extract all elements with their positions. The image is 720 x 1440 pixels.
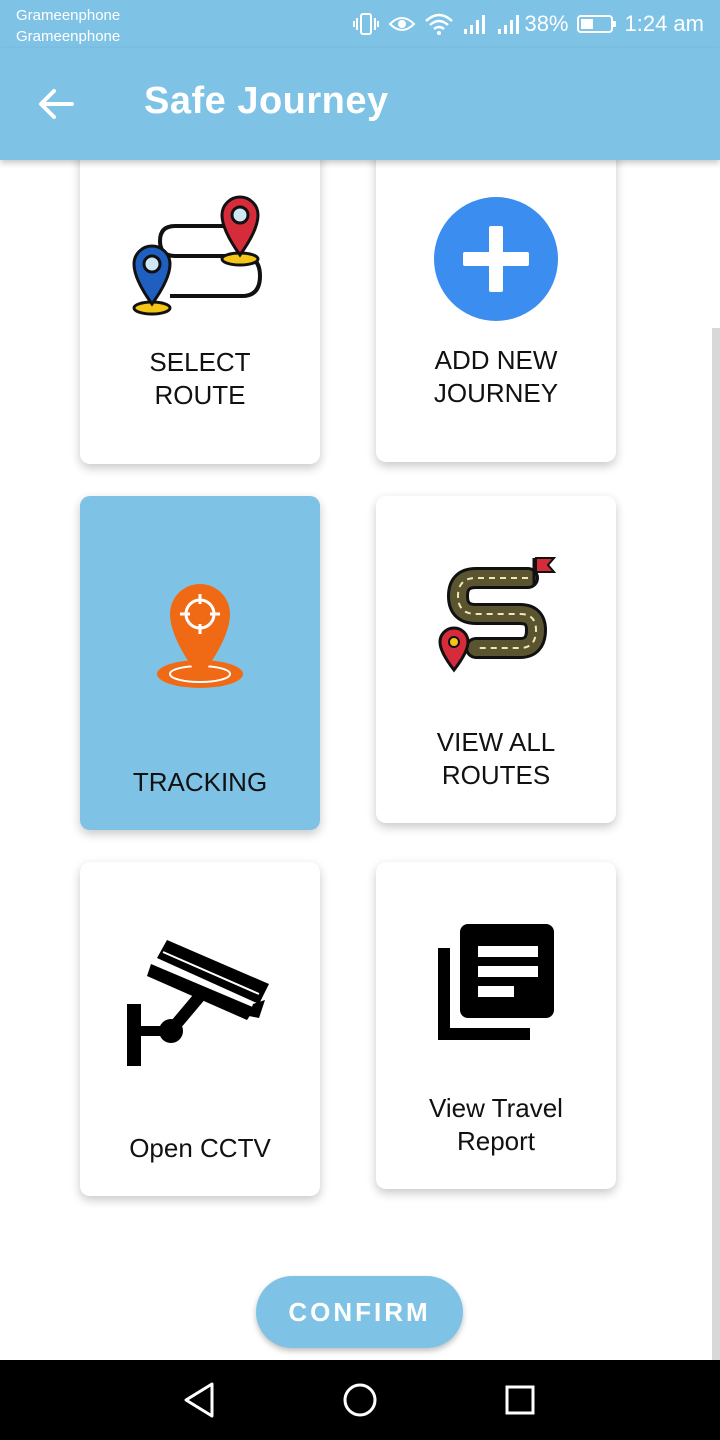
view-travel-report-card[interactable]: View Travel Report (376, 862, 616, 1189)
confirm-button[interactable]: CONFIRM (256, 1276, 463, 1348)
road-flag-icon (438, 557, 556, 673)
add-new-journey-label: ADD NEW JOURNEY (433, 345, 559, 408)
battery-icon (576, 15, 616, 33)
carrier-1: Grameenphone (16, 7, 121, 24)
eye-icon (389, 17, 416, 31)
clock: 1:24 am (624, 11, 705, 36)
menu-grid[interactable]: SELECT ROUTE ADD NEW JOURNEY TRACKING VI… (66, 160, 630, 1212)
carrier-2: Grameenphone (16, 28, 121, 45)
open-cctv-label: Open CCTV (129, 1133, 271, 1163)
signal-icon-2 (498, 15, 520, 34)
vibrate-icon (353, 13, 380, 35)
battery-percent: 38% (524, 11, 569, 36)
location-pin-icon (157, 584, 243, 688)
system-nav-bar (0, 1360, 720, 1440)
app-bar: Safe Journey (0, 48, 720, 160)
wifi-icon (425, 13, 454, 35)
screen: Grameenphone Grameenphone 38% 1:24 am Sa… (0, 0, 720, 1440)
tracking-card[interactable]: TRACKING (80, 496, 320, 830)
status-icons: 38% 1:24 am (352, 8, 704, 40)
select-route-label: SELECT ROUTE (149, 347, 251, 410)
add-new-journey-card[interactable]: ADD NEW JOURNEY (376, 160, 616, 462)
home-nav-icon[interactable] (338, 1378, 382, 1422)
signal-icon-1 (464, 15, 486, 34)
view-travel-report-label: View Travel Report (429, 1093, 563, 1156)
page-title: Safe Journey (144, 80, 389, 122)
view-all-routes-card[interactable]: VIEW ALL ROUTES (376, 496, 616, 823)
plus-circle-icon (434, 197, 558, 321)
carrier-names: Grameenphone Grameenphone (16, 5, 120, 47)
scrollbar[interactable] (712, 328, 720, 1360)
back-nav-icon[interactable] (178, 1378, 222, 1422)
report-stack-icon (438, 924, 554, 1040)
select-route-card[interactable]: SELECT ROUTE (80, 160, 320, 464)
back-button[interactable] (30, 78, 82, 130)
recents-nav-icon[interactable] (498, 1378, 542, 1422)
open-cctv-card[interactable]: Open CCTV (80, 862, 320, 1196)
arrow-left-icon (39, 89, 74, 119)
tracking-label: TRACKING (132, 767, 268, 797)
status-bar: Grameenphone Grameenphone 38% 1:24 am (0, 0, 720, 48)
route-pins-icon (132, 195, 263, 316)
view-all-routes-label: VIEW ALL ROUTES (436, 727, 556, 790)
cctv-camera-icon (127, 940, 269, 1066)
